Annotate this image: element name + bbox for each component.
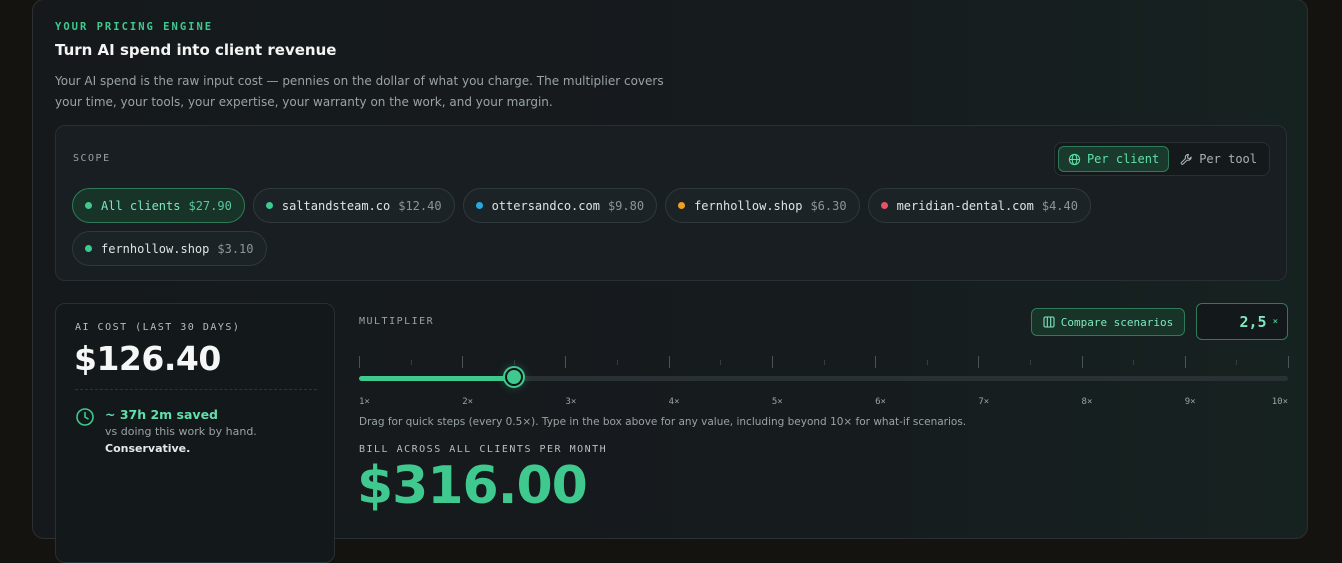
client-chip[interactable]: saltandsteam.co $12.40 xyxy=(252,188,455,223)
slider-tick xyxy=(617,360,618,365)
client-chip-amount: $9.80 xyxy=(607,198,645,213)
slider-tick-label: 10× xyxy=(1271,397,1288,407)
slider-tick xyxy=(565,356,566,368)
slider-tick xyxy=(669,356,670,368)
client-chip-name: saltandsteam.co xyxy=(281,198,391,213)
client-chip-name: All clients xyxy=(101,198,181,213)
client-chip[interactable]: fernhollow.shop $3.10 xyxy=(72,231,267,266)
client-chip-amount: $12.40 xyxy=(398,198,442,213)
client-chip-name: fernhollow.shop xyxy=(101,241,210,256)
client-chip[interactable]: All clients $27.90 xyxy=(72,188,245,223)
status-dot xyxy=(85,245,92,252)
slider-tick xyxy=(875,356,876,368)
scope-toggle: Per client Per tool xyxy=(1053,142,1270,176)
page-description: Your AI spend is the raw input cost — pe… xyxy=(55,74,664,109)
slider-tick xyxy=(514,360,515,365)
slider-tick xyxy=(720,360,721,365)
slider-tick xyxy=(772,356,773,368)
clock-icon xyxy=(76,408,94,426)
slider-tick xyxy=(462,356,463,368)
slider-tick-label: 1× xyxy=(359,397,370,407)
compare-scenarios-label: Compare scenarios xyxy=(1060,315,1174,329)
per-client-toggle[interactable]: Per client xyxy=(1057,146,1170,172)
slider-tick-label: 4× xyxy=(668,397,680,407)
slider-tick xyxy=(1133,360,1134,365)
time-saved-value: ~ 37h 2m saved xyxy=(105,407,218,422)
slider-fill xyxy=(359,376,514,381)
status-dot xyxy=(85,202,92,209)
section-eyebrow: YOUR PRICING ENGINE xyxy=(55,21,214,33)
client-chip-amount: $27.90 xyxy=(188,198,232,213)
client-chip[interactable]: fernhollow.shop $6.30 xyxy=(665,188,860,223)
per-client-label: Per client xyxy=(1086,152,1160,166)
per-tool-toggle[interactable]: Per tool xyxy=(1171,146,1266,172)
slider-tick xyxy=(411,360,412,365)
page-title: Turn AI spend into client revenue xyxy=(55,41,337,59)
status-dot xyxy=(678,202,686,209)
bill-label: BILL ACROSS ALL CLIENTS PER MONTH xyxy=(359,444,608,455)
ai-cost-value: $126.40 xyxy=(74,339,221,378)
ai-cost-panel: AI COST (LAST 30 DAYS) $126.40 ~ 37h 2m … xyxy=(55,303,335,563)
client-chip[interactable]: meridian-dental.com $4.40 xyxy=(867,188,1091,223)
multiplier-input[interactable]: 2,5 × xyxy=(1196,303,1288,340)
slider-tick xyxy=(1236,360,1237,365)
ai-cost-label: AI COST (LAST 30 DAYS) xyxy=(75,322,241,333)
per-tool-label: Per tool xyxy=(1199,152,1257,166)
slider-tick xyxy=(927,360,928,365)
slider-tick-label: 8× xyxy=(1081,397,1093,407)
slider-tick xyxy=(1185,356,1186,368)
status-dot xyxy=(475,202,483,209)
client-chip-amount: $3.10 xyxy=(217,241,254,256)
multiplier-label: MULTIPLIER xyxy=(359,316,435,327)
slider-tick-label: 6× xyxy=(875,397,886,407)
slider-tick-label: 3× xyxy=(565,397,577,407)
columns-icon xyxy=(1043,316,1055,328)
slider-hint: Drag for quick steps (every 0.5×). Type … xyxy=(359,416,967,428)
globe-icon xyxy=(1068,153,1081,165)
status-dot xyxy=(880,202,888,209)
client-chip-amount: $6.30 xyxy=(810,198,847,213)
slider-thumb[interactable] xyxy=(504,368,523,386)
wrench-icon xyxy=(1180,153,1192,165)
bill-value: $316.00 xyxy=(357,456,588,516)
slider-tick-label: 5× xyxy=(771,397,783,407)
slider-tick xyxy=(1288,356,1289,368)
compare-scenarios-button[interactable]: Compare scenarios xyxy=(1031,308,1185,336)
slider-tick xyxy=(1082,356,1083,368)
divider xyxy=(75,389,317,390)
scope-label: SCOPE xyxy=(73,153,111,164)
client-chip-list: All clients $27.90 saltandsteam.co $12.40 ot… xyxy=(72,188,1272,266)
slider-tick xyxy=(1030,360,1031,365)
conservative-note: Conservative. xyxy=(105,442,191,455)
status-dot xyxy=(265,202,273,209)
slider-tick-label: 2× xyxy=(462,397,474,407)
multiplier-unit: × xyxy=(1272,316,1278,327)
client-chip[interactable]: ottersandco.com $9.80 xyxy=(462,188,658,223)
slider-tick-label: 7× xyxy=(978,397,990,407)
slider-tick-label: 9× xyxy=(1184,397,1196,407)
client-chip-name: fernhollow.shop xyxy=(694,198,803,213)
client-chip-amount: $4.40 xyxy=(1041,198,1078,213)
time-saved-subtext: vs doing this work by hand. xyxy=(105,425,257,438)
multiplier-slider[interactable]: 1× 2× 3× 4× 5× 6× 7× 8× 9× 10× xyxy=(359,356,1289,416)
slider-tick xyxy=(978,356,979,368)
multiplier-value: 2,5 xyxy=(1239,312,1267,331)
client-chip-name: ottersandco.com xyxy=(491,198,600,213)
client-chip-name: meridian-dental.com xyxy=(896,198,1034,213)
scope-panel: SCOPE Per client Per tool All clients $27… xyxy=(55,125,1287,281)
slider-tick xyxy=(359,356,360,368)
slider-tick xyxy=(824,360,825,365)
pricing-engine-card: YOUR PRICING ENGINE Turn AI spend into c… xyxy=(32,0,1308,563)
